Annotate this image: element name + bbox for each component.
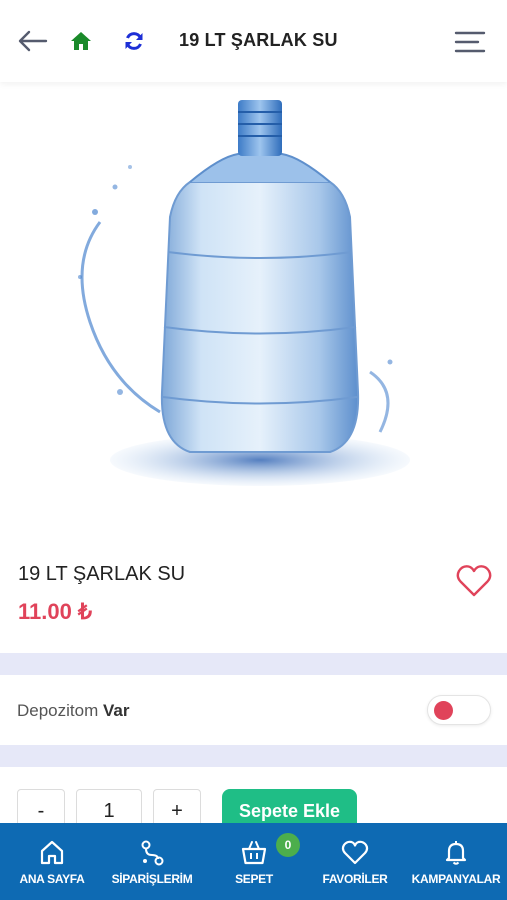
divider (0, 653, 507, 675)
nav-home[interactable]: ANA SAYFA (10, 823, 94, 900)
nav-label: FAVORİLER (322, 872, 388, 886)
nav-label: SEPET (235, 872, 273, 886)
orders-icon (141, 840, 164, 866)
nav-favorites[interactable]: FAVORİLER (312, 823, 398, 900)
nav-label: SİPARİŞLERİM (111, 872, 193, 886)
refresh-icon[interactable] (123, 30, 145, 52)
product-price: 11.00 ₺ (18, 599, 92, 624)
top-bar: 19 LT ŞARLAK SU (0, 0, 507, 82)
deposit-toggle[interactable] (427, 695, 491, 725)
hamburger-menu-icon[interactable] (453, 29, 487, 55)
nav-campaigns[interactable]: KAMPANYALAR (407, 823, 505, 900)
product-name: 19 LT ŞARLAK SU (18, 563, 186, 585)
heart-icon (341, 840, 369, 865)
nav-orders[interactable]: SİPARİŞLERİM (104, 823, 200, 900)
nav-label: KAMPANYALAR (411, 872, 501, 886)
page-title: 19 LT ŞARLAK SU (179, 30, 338, 50)
cart-count-badge: 0 (276, 833, 300, 857)
heart-outline-icon[interactable] (456, 564, 492, 598)
bottom-navigation: ANA SAYFA SİPARİŞLERİM SEPET 0 FAVORİLER (0, 823, 507, 900)
bell-icon (445, 841, 467, 865)
nav-label: ANA SAYFA (19, 872, 85, 886)
deposit-label: Depozitom Var (17, 701, 130, 720)
toggle-knob (434, 701, 453, 720)
nav-cart[interactable]: SEPET 0 (212, 823, 300, 900)
home-outline-icon (40, 840, 64, 865)
divider (0, 745, 507, 767)
arrow-left-icon[interactable] (16, 28, 50, 54)
basket-icon (241, 841, 267, 865)
home-icon[interactable] (70, 30, 92, 52)
product-image (78, 100, 410, 486)
deposit-value: Var (103, 701, 130, 720)
